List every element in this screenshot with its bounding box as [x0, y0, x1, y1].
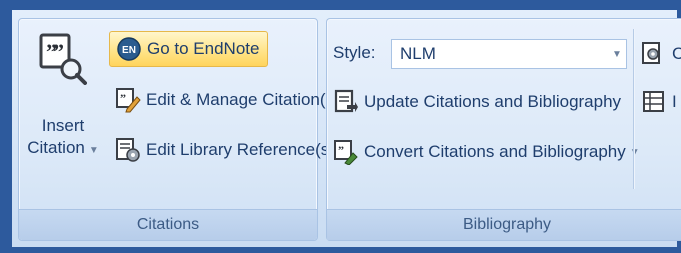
- edit-citation-icon: ”: [116, 88, 141, 113]
- bibliography-options-label: C: [672, 44, 681, 63]
- dropdown-arrow-icon: ▼: [88, 145, 99, 156]
- style-label: Style:: [333, 43, 376, 62]
- svg-text:”: ”: [53, 39, 64, 64]
- bibliography-settings-icon: [642, 42, 660, 64]
- update-citations-icon: [334, 89, 358, 113]
- group-divider: [633, 29, 634, 189]
- instant-formatting-label: I: [672, 92, 677, 111]
- edit-manage-citations-label: Edit & Manage Citation(s): [146, 90, 340, 109]
- edit-library-references-label: Edit Library Reference(s): [146, 140, 335, 159]
- citations-group-label: Citations: [19, 209, 317, 240]
- grid-list-icon: [643, 91, 664, 112]
- citations-group: ” ” Insert Citation▼ EN Go to EndNote ”: [18, 18, 340, 241]
- style-select[interactable]: NLM ▼: [391, 39, 627, 69]
- insert-citation-button[interactable]: ” ” Insert Citation ▼: [23, 33, 103, 211]
- insert-citation-label-line1: Insert: [41, 116, 85, 135]
- svg-text:”: ”: [120, 91, 126, 105]
- edit-library-references-button[interactable]: Edit Library Reference(s): [115, 133, 335, 167]
- chevron-down-icon: ▼: [612, 48, 622, 60]
- instant-formatting-button[interactable]: I: [641, 85, 677, 119]
- endnote-ribbon: ” ” Insert Citation▼ EN Go to EndNote ”: [12, 10, 681, 247]
- bibliography-group: Style: NLM ▼ Update Citations and Biblio…: [326, 18, 681, 241]
- bibliography-group-label: Bibliography: [327, 209, 681, 240]
- library-reference-gear-icon: [116, 138, 140, 162]
- convert-citations-icon: ”: [334, 140, 358, 165]
- update-citations-bibliography-label: Update Citations and Bibliography: [364, 92, 622, 111]
- convert-citations-bibliography-label: Convert Citations and Bibliography: [364, 142, 626, 161]
- endnote-logo-icon: EN: [117, 37, 141, 61]
- dropdown-arrow-icon: ▼: [629, 146, 640, 158]
- update-citations-bibliography-button[interactable]: Update Citations and Bibliography: [333, 85, 621, 119]
- svg-text:”: ”: [338, 143, 344, 157]
- edit-manage-citations-button[interactable]: ” Edit & Manage Citation(s): [115, 83, 340, 117]
- convert-citations-bibliography-button[interactable]: ” Convert Citations and Bibliography ▼: [333, 135, 640, 169]
- go-to-endnote-label: Go to EndNote: [147, 39, 260, 58]
- go-to-endnote-button[interactable]: EN Go to EndNote: [109, 31, 269, 67]
- bibliography-options-button[interactable]: C: [641, 37, 681, 71]
- insert-citation-label-line2: Citation: [27, 138, 85, 157]
- insert-citation-icon: ” ”: [39, 33, 87, 85]
- style-select-value: NLM: [400, 44, 436, 63]
- svg-text:EN: EN: [122, 45, 136, 56]
